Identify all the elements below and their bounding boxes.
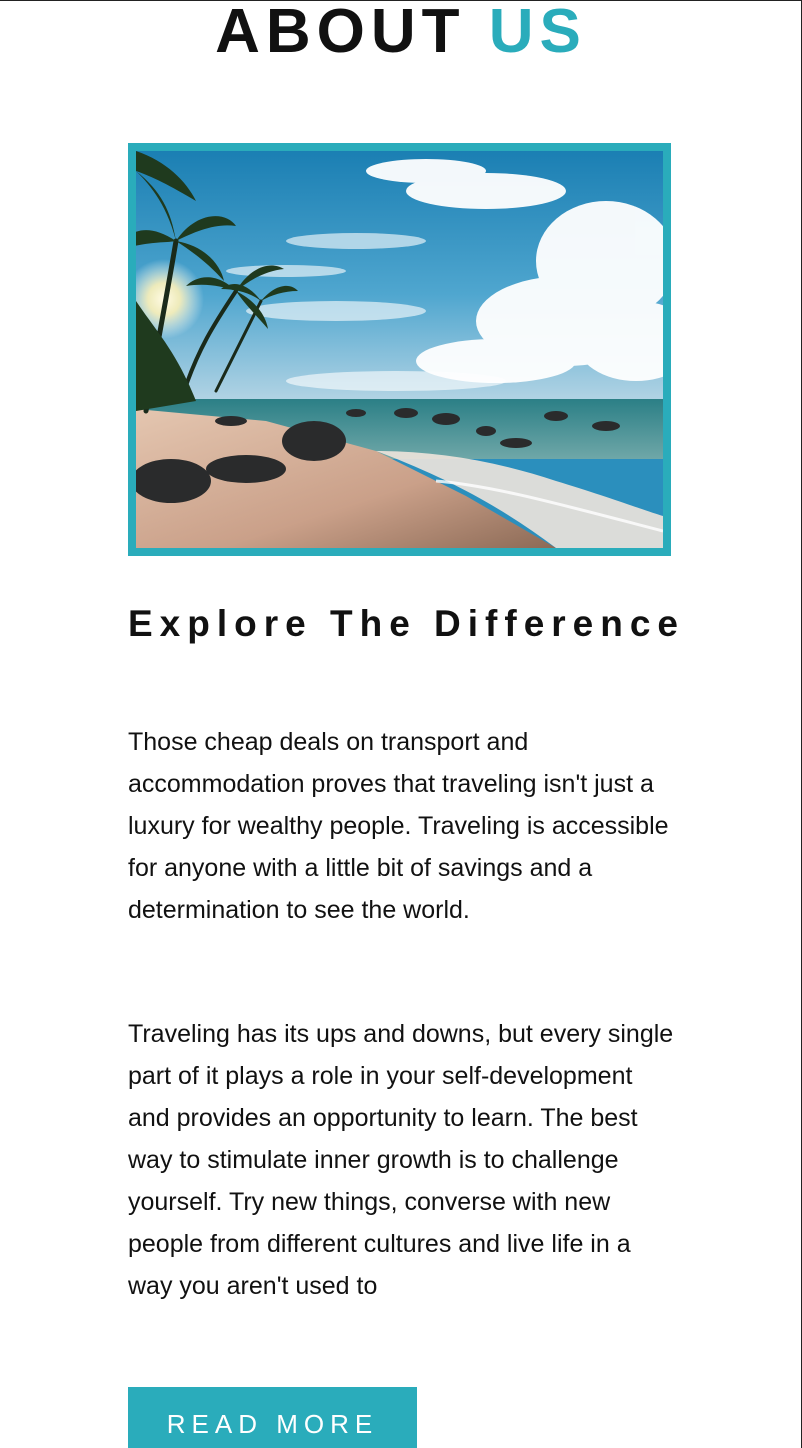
section-title-main: ABOUT [215, 0, 466, 66]
section-title: ABOUT US [0, 0, 802, 69]
read-more-button[interactable]: READ MORE [128, 1387, 417, 1448]
beach-photo-image [136, 151, 663, 548]
beach-photo [128, 143, 671, 556]
about-us-section: ABOUT US Explore The Difference Those ch… [0, 0, 802, 1448]
content-paragraph-2: Traveling has its ups and downs, but eve… [128, 1020, 674, 1300]
content-paragraph-1: Those cheap deals on transport and accom… [128, 728, 669, 924]
section-title-accent: US [488, 0, 587, 66]
content-heading: Explore The Difference [128, 603, 686, 644]
